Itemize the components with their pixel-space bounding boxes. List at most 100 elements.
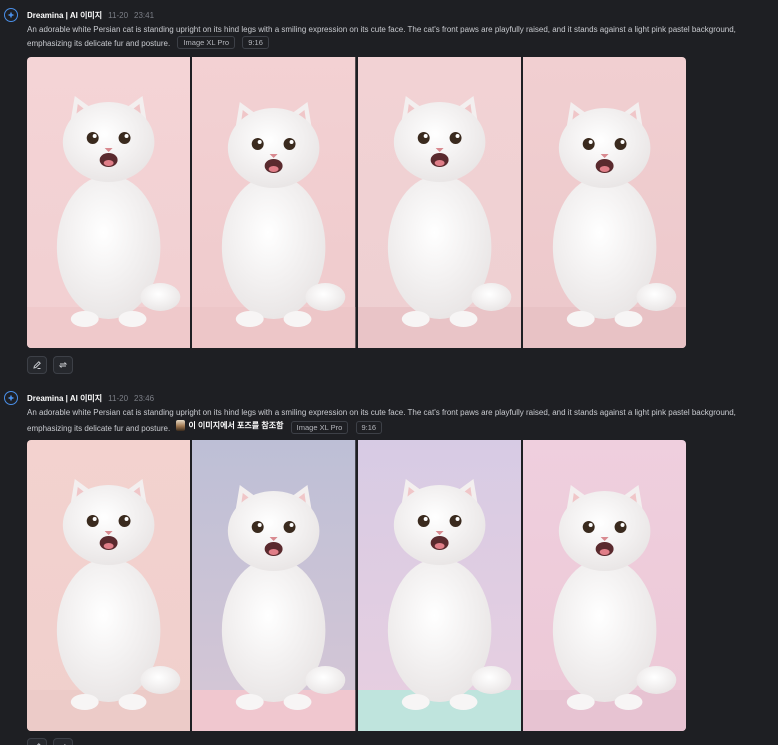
cat-head bbox=[62, 485, 155, 565]
cat-illustration bbox=[27, 57, 191, 348]
generated-image[interactable] bbox=[27, 57, 191, 348]
generated-image[interactable] bbox=[192, 440, 356, 731]
cat-eye bbox=[614, 138, 627, 150]
model-tag: Image XL Pro bbox=[290, 421, 349, 434]
author-name[interactable]: Dreamina | AI 이미지 bbox=[27, 10, 102, 21]
image-grid bbox=[27, 57, 686, 348]
post-header: Dreamina | AI 이미지 11-20 23:46 bbox=[27, 392, 154, 404]
avatar[interactable] bbox=[4, 8, 18, 22]
cat-tail bbox=[140, 666, 181, 694]
post-actions bbox=[27, 356, 73, 374]
cat-paw bbox=[236, 694, 264, 710]
cat-head bbox=[558, 108, 651, 188]
ratio-tag: 9:16 bbox=[355, 421, 383, 434]
cat-eye bbox=[582, 138, 595, 150]
prompt-text: An adorable white Persian cat is standin… bbox=[27, 23, 775, 50]
cat-illustration bbox=[192, 57, 356, 348]
cat-eye bbox=[86, 132, 99, 144]
cat-eye bbox=[449, 515, 462, 527]
cat-paw bbox=[70, 694, 99, 710]
cat-tail bbox=[470, 283, 511, 311]
author-name[interactable]: Dreamina | AI 이미지 bbox=[27, 393, 102, 404]
cat-tongue bbox=[434, 160, 445, 166]
cat-eye-glint bbox=[289, 523, 294, 527]
cat-tongue bbox=[268, 549, 279, 555]
cat-eye-glint bbox=[124, 134, 129, 138]
edit-icon bbox=[33, 361, 41, 369]
image-grid bbox=[27, 440, 686, 731]
cat-eye bbox=[283, 138, 296, 150]
avatar[interactable] bbox=[4, 391, 18, 405]
cat-eye bbox=[86, 515, 99, 527]
cat-paw bbox=[401, 694, 430, 710]
dreamina-logo-icon bbox=[7, 11, 15, 19]
cat-eye bbox=[251, 138, 264, 150]
edit-button[interactable] bbox=[27, 738, 47, 745]
cat-tail bbox=[636, 666, 677, 694]
cat-eye bbox=[582, 521, 595, 533]
cat-eye bbox=[614, 521, 627, 533]
cat-eye bbox=[449, 132, 462, 144]
cat-paw bbox=[283, 311, 312, 327]
cat-eye-glint bbox=[257, 523, 262, 527]
cat-eye-glint bbox=[92, 517, 97, 521]
dreamina-logo-icon bbox=[7, 394, 15, 402]
cat-head bbox=[228, 108, 320, 188]
cat-tail bbox=[305, 666, 346, 694]
post-header: Dreamina | AI 이미지 11-20 23:41 bbox=[27, 9, 154, 21]
prompt-text: An adorable white Persian cat is standin… bbox=[27, 406, 775, 435]
pose-reference[interactable]: 이 이미지에서 포즈를 참조함 bbox=[176, 419, 283, 432]
cat-tongue bbox=[599, 549, 610, 555]
cat-tail bbox=[470, 666, 511, 694]
cat-paw bbox=[118, 694, 147, 710]
cat-head bbox=[228, 491, 320, 571]
regenerate-button[interactable] bbox=[53, 738, 73, 745]
cat-eye-glint bbox=[455, 134, 460, 138]
cat-eye-glint bbox=[289, 140, 294, 144]
cat-eye bbox=[283, 521, 296, 533]
generated-image[interactable] bbox=[27, 440, 191, 731]
cat-head bbox=[62, 102, 155, 182]
prompt-body: An adorable white Persian cat is standin… bbox=[27, 25, 736, 48]
regenerate-button[interactable] bbox=[53, 356, 73, 374]
generated-image[interactable] bbox=[357, 440, 521, 731]
model-tag: Image XL Pro bbox=[177, 36, 236, 49]
cat-tail bbox=[636, 283, 677, 311]
cat-illustration bbox=[522, 440, 686, 731]
cat-eye-glint bbox=[92, 134, 97, 138]
cat-eye-glint bbox=[620, 140, 625, 144]
cat-paw bbox=[283, 694, 312, 710]
chat-feed: Dreamina | AI 이미지 11-20 23:41 An adorabl… bbox=[0, 0, 778, 745]
cat-illustration bbox=[522, 57, 686, 348]
cat-paw bbox=[449, 694, 477, 710]
cat-eye-glint bbox=[588, 140, 593, 144]
cat-paw bbox=[401, 311, 430, 327]
generated-image[interactable] bbox=[357, 57, 521, 348]
generated-image[interactable] bbox=[522, 440, 686, 731]
cat-tail bbox=[305, 283, 346, 311]
cat-eye-glint bbox=[588, 523, 593, 527]
cat-eye bbox=[251, 521, 264, 533]
cat-eye-glint bbox=[423, 517, 428, 521]
cat-head bbox=[558, 491, 651, 571]
cat-illustration bbox=[357, 440, 521, 731]
cat-paw bbox=[566, 311, 595, 327]
cat-tongue bbox=[599, 166, 610, 172]
cat-head bbox=[393, 102, 485, 182]
edit-button[interactable] bbox=[27, 356, 47, 374]
cat-eye-glint bbox=[423, 134, 428, 138]
cat-eye bbox=[417, 515, 430, 527]
cat-illustration bbox=[192, 440, 356, 731]
cat-eye-glint bbox=[124, 517, 129, 521]
cat-eye bbox=[118, 515, 131, 527]
generated-image[interactable] bbox=[522, 57, 686, 348]
cat-eye bbox=[417, 132, 430, 144]
cat-head bbox=[393, 485, 485, 565]
cat-paw bbox=[614, 311, 643, 327]
post-time: 23:46 bbox=[134, 393, 155, 403]
generated-image[interactable] bbox=[192, 57, 356, 348]
cat-tail bbox=[140, 283, 181, 311]
cat-tongue bbox=[434, 543, 445, 549]
cat-paw bbox=[70, 311, 99, 327]
post-date: 11-20 bbox=[108, 10, 129, 20]
